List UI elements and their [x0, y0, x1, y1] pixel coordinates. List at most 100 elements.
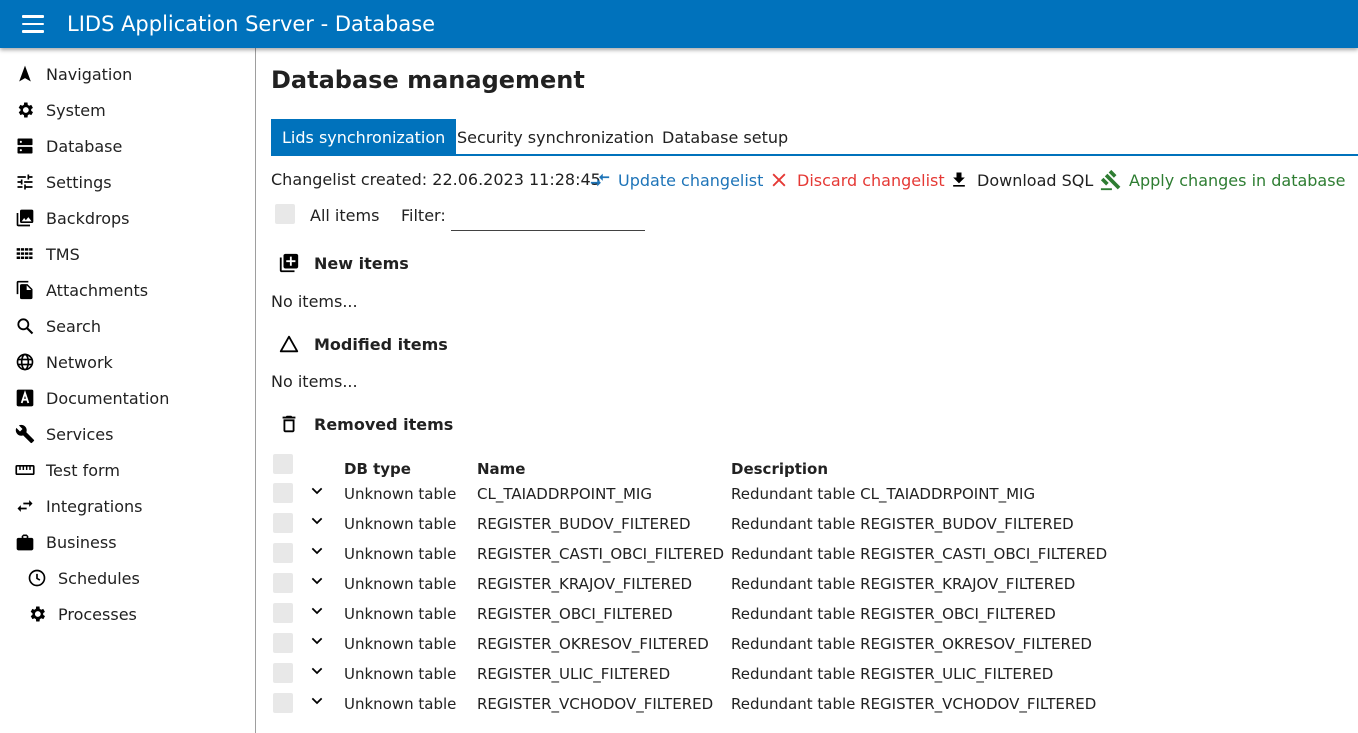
sidebar-item-test-form[interactable]: Test form	[14, 452, 120, 488]
main-content: Database management Lids synchronization…	[271, 48, 1358, 733]
sidebar-item-label: Network	[46, 352, 113, 372]
modified-items-header: Modified items	[277, 330, 448, 358]
cell-name: REGISTER_VCHODOV_FILTERED	[477, 695, 714, 713]
tab-lids-synchronization[interactable]: Lids synchronization	[271, 119, 457, 156]
row-checkbox[interactable]	[273, 693, 293, 713]
filter-input[interactable]	[451, 205, 645, 231]
sidebar-item-backdrops[interactable]: Backdrops	[14, 200, 130, 236]
chevron-down-icon[interactable]	[308, 662, 326, 680]
chevron-down-icon[interactable]	[308, 602, 326, 620]
row-checkbox[interactable]	[273, 633, 293, 653]
chevron-down-icon[interactable]	[308, 542, 326, 560]
cell-description: Redundant table REGISTER_ULIC_FILTERED	[731, 665, 1054, 683]
sidebar-item-label: TMS	[46, 244, 80, 264]
library-add-icon	[277, 251, 301, 275]
tab-database-setup[interactable]: Database setup	[662, 119, 788, 156]
cell-name: REGISTER_OKRESOV_FILTERED	[477, 635, 709, 653]
chevron-down-icon[interactable]	[308, 482, 326, 500]
row-checkbox[interactable]	[273, 513, 293, 533]
row-checkbox[interactable]	[273, 663, 293, 683]
sidebar-item-integrations[interactable]: Integrations	[14, 488, 143, 524]
search-icon	[14, 315, 36, 337]
apply-changes-button[interactable]: Apply changes in database	[1100, 167, 1345, 193]
sidebar-item-business[interactable]: Business	[14, 524, 117, 560]
changelist-toolbar: Changelist created: 22.06.2023 11:28:45 …	[271, 167, 1358, 193]
cell-db-type: Unknown table	[344, 605, 457, 623]
all-items-label: All items	[310, 206, 380, 225]
update-changelist-button[interactable]: Update changelist	[589, 167, 763, 193]
new-items-title: New items	[314, 253, 409, 273]
letter-a-icon	[14, 387, 36, 409]
cell-description: Redundant table REGISTER_CASTI_OBCI_FILT…	[731, 545, 1108, 563]
download-icon	[948, 169, 970, 191]
sidebar-item-tms[interactable]: TMS	[14, 236, 80, 272]
tab-bar: Lids synchronization Security synchroniz…	[271, 119, 1358, 156]
cell-db-type: Unknown table	[344, 635, 457, 653]
cell-name: REGISTER_OBCI_FILTERED	[477, 605, 673, 623]
cell-db-type: Unknown table	[344, 695, 457, 713]
sidebar-item-services[interactable]: Services	[14, 416, 113, 452]
sidebar-item-label: Attachments	[46, 280, 149, 300]
navigation-arrow-icon	[14, 63, 36, 85]
cell-db-type: Unknown table	[344, 575, 457, 593]
sidebar-item-attachments[interactable]: Attachments	[14, 272, 148, 308]
modified-items-title: Modified items	[314, 334, 448, 354]
download-sql-label: Download SQL	[977, 170, 1094, 190]
sidebar-item-processes[interactable]: Processes	[26, 596, 137, 632]
sidebar-item-system[interactable]: System	[14, 92, 106, 128]
row-checkbox[interactable]	[273, 603, 293, 623]
download-sql-button[interactable]: Download SQL	[948, 167, 1093, 193]
cell-name: REGISTER_CASTI_OBCI_FILTERED	[477, 545, 725, 563]
cell-name: CL_TAIADDRPOINT_MIG	[477, 485, 652, 503]
gear-icon	[14, 99, 36, 121]
database-icon	[14, 135, 36, 157]
select-all-rows-checkbox[interactable]	[273, 454, 293, 474]
chevron-down-icon[interactable]	[308, 692, 326, 710]
filter-row: All items Filter:	[271, 200, 871, 232]
hamburger-menu-icon[interactable]	[22, 15, 44, 33]
image-stack-icon	[14, 207, 36, 229]
sidebar-item-search[interactable]: Search	[14, 308, 101, 344]
globe-icon	[14, 351, 36, 373]
discard-changelist-button[interactable]: Discard changelist	[768, 167, 945, 193]
sidebar-item-label: Processes	[58, 604, 137, 624]
gavel-icon	[1100, 169, 1122, 191]
cell-description: Redundant table CL_TAIADDRPOINT_MIG	[731, 485, 1036, 503]
changelist-created-text: Changelist created: 22.06.2023 11:28:45	[271, 170, 601, 189]
sidebar-item-documentation[interactable]: Documentation	[14, 380, 169, 416]
row-checkbox[interactable]	[273, 573, 293, 593]
sidebar-item-label: Services	[46, 424, 114, 444]
clock-icon	[26, 567, 48, 589]
sidebar-item-label: Settings	[46, 172, 112, 192]
cell-description: Redundant table REGISTER_OBCI_FILTERED	[731, 605, 1056, 623]
sidebar-item-database[interactable]: Database	[14, 128, 122, 164]
sidebar-item-schedules[interactable]: Schedules	[26, 560, 140, 596]
ruler-icon	[14, 459, 36, 481]
sidebar-item-label: Schedules	[58, 568, 140, 588]
grid-icon	[14, 243, 36, 265]
sidebar-item-label: Backdrops	[46, 208, 130, 228]
app-header: LIDS Application Server - Database	[0, 0, 1358, 48]
chevron-down-icon[interactable]	[308, 632, 326, 650]
sidebar-item-settings[interactable]: Settings	[14, 164, 112, 200]
compare-arrows-icon	[589, 169, 611, 191]
filter-label: Filter:	[401, 206, 446, 225]
update-changelist-label: Update changelist	[618, 170, 764, 190]
sidebar-item-label: Navigation	[46, 64, 133, 84]
tab-security-synchronization[interactable]: Security synchronization	[457, 119, 654, 156]
sidebar-item-navigation[interactable]: Navigation	[14, 56, 132, 92]
sidebar-item-label: Integrations	[46, 496, 143, 516]
all-items-checkbox[interactable]	[275, 204, 295, 224]
row-checkbox[interactable]	[273, 483, 293, 503]
sliders-icon	[14, 171, 36, 193]
column-header-description: Description	[731, 460, 829, 478]
cell-name: REGISTER_BUDOV_FILTERED	[477, 515, 691, 533]
chevron-down-icon[interactable]	[308, 572, 326, 590]
swap-arrows-icon	[14, 495, 36, 517]
app-title: LIDS Application Server - Database	[67, 12, 436, 36]
sidebar-item-network[interactable]: Network	[14, 344, 113, 380]
row-checkbox[interactable]	[273, 543, 293, 563]
cell-name: REGISTER_ULIC_FILTERED	[477, 665, 671, 683]
new-items-empty-text: No items...	[271, 292, 358, 311]
chevron-down-icon[interactable]	[308, 512, 326, 530]
